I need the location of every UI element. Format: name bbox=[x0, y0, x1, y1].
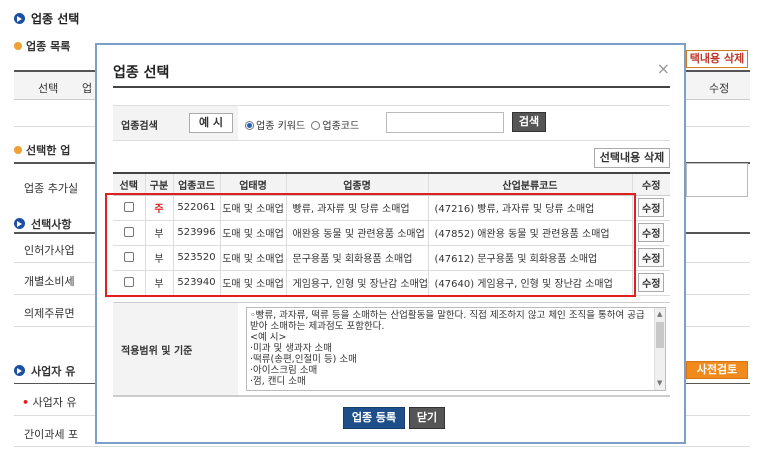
col-business: 업 bbox=[82, 82, 93, 95]
add-label: 업종 추가실 bbox=[24, 182, 79, 195]
close-button[interactable]: 닫기 bbox=[409, 407, 445, 429]
business-section-title: 사업자 유 bbox=[14, 363, 75, 379]
col-biz-type: 업태명 bbox=[219, 172, 286, 196]
row-edit-cell: 수정 bbox=[631, 270, 670, 296]
list-delete-button[interactable]: 택내용 삭제 bbox=[686, 50, 748, 68]
arrow-circle-icon bbox=[14, 218, 25, 229]
col-select: 선택 bbox=[38, 82, 59, 95]
search-button[interactable]: 검색 bbox=[512, 112, 546, 132]
row-edit-cell: 수정 bbox=[631, 220, 670, 246]
search-row: 업종검색 예 시 업종 키워드 업종코드 검색 bbox=[113, 105, 670, 141]
row-edit-cell: 수정 bbox=[631, 195, 670, 221]
col-industry-name: 업종명 bbox=[285, 172, 428, 196]
red-bullet-icon: • bbox=[22, 396, 30, 409]
radio-code-label: 업종코드 bbox=[322, 121, 360, 132]
col-edit: 수정 bbox=[709, 82, 730, 95]
option-excise: 개별소비세 bbox=[24, 275, 75, 288]
divider bbox=[113, 396, 670, 397]
option-liquor: 의제주류면 bbox=[24, 307, 75, 320]
scope-section: 적용범위 및 기준 ◦빵류, 과자류, 떡류 등을 소매하는 산업활동을 말한다… bbox=[113, 302, 670, 396]
search-label: 업종검색 bbox=[121, 121, 158, 132]
add-input[interactable] bbox=[686, 163, 748, 197]
search-input[interactable] bbox=[386, 112, 504, 133]
page-title-text: 업종 선택 bbox=[31, 12, 80, 26]
edit-button[interactable]: 수정 bbox=[638, 223, 665, 242]
close-icon[interactable]: × bbox=[657, 59, 670, 78]
scroll-down-icon[interactable]: ▼ bbox=[657, 378, 662, 389]
example-button[interactable]: 예 시 bbox=[189, 113, 233, 133]
bullet-icon bbox=[14, 146, 22, 154]
delete-selected-button[interactable]: 선택내용 삭제 bbox=[594, 148, 670, 168]
scroll-up-icon[interactable]: ▲ bbox=[657, 309, 662, 320]
modal-title-rule bbox=[113, 86, 670, 88]
search-type-radios: 업종 키워드 업종코드 bbox=[245, 117, 359, 132]
business-bullet-text: 사업자 유 bbox=[32, 396, 77, 409]
selected-section-text: 선택한 업 bbox=[26, 144, 71, 157]
highlight-box bbox=[105, 193, 636, 297]
list-section-title: 업종 목록 bbox=[14, 38, 70, 54]
scope-label: 적용범위 및 기준 bbox=[121, 346, 193, 357]
edit-button[interactable]: 수정 bbox=[638, 248, 665, 267]
scope-line: ·떡류(송편,인절미 등) 소매 bbox=[250, 354, 357, 365]
edit-button[interactable]: 수정 bbox=[638, 273, 665, 292]
bullet-icon bbox=[14, 42, 22, 50]
option-license: 인허가사업 bbox=[24, 244, 75, 257]
scrollbar[interactable]: ▲ ▼ bbox=[654, 308, 665, 390]
modal-title: 업종 선택 bbox=[113, 65, 170, 81]
scope-line: ·껌, 캔디 소매 bbox=[250, 376, 306, 387]
col-industry-class: 산업분류코드 bbox=[427, 172, 632, 196]
radio-code[interactable] bbox=[311, 121, 321, 130]
col-edit: 수정 bbox=[631, 172, 670, 196]
radio-keyword-label: 업종 키워드 bbox=[256, 121, 306, 132]
options-section-text: 선택사항 bbox=[31, 218, 72, 231]
divider bbox=[14, 446, 750, 447]
scope-line: ◦빵류, 과자류, 떡류 등을 소매하는 산업활동을 말한다. 직접 제조하지 … bbox=[250, 310, 645, 321]
scope-textarea[interactable]: ◦빵류, 과자류, 떡류 등을 소매하는 산업활동을 말한다. 직접 제조하지 … bbox=[246, 307, 666, 391]
list-section-text: 업종 목록 bbox=[26, 40, 71, 53]
scope-line: 받아 소매하는 제과점도 포함한다. bbox=[250, 321, 385, 332]
business-bullet-item: • 사업자 유 bbox=[22, 394, 77, 410]
selected-section-title: 선택한 업 bbox=[14, 142, 70, 158]
page-title: 업종 선택 bbox=[14, 10, 79, 27]
simple-tax-label: 간이과세 포 bbox=[24, 428, 79, 441]
arrow-circle-icon bbox=[14, 13, 25, 24]
col-code: 업종코드 bbox=[172, 172, 220, 196]
col-select: 선택 bbox=[113, 172, 145, 196]
register-button[interactable]: 업종 등록 bbox=[343, 407, 405, 429]
edit-button[interactable]: 수정 bbox=[638, 198, 665, 217]
radio-keyword[interactable] bbox=[245, 121, 254, 130]
scope-line: ·아이스크림 소매 bbox=[250, 365, 318, 376]
precheck-button[interactable]: 사전검토 bbox=[686, 361, 748, 379]
col-type: 구분 bbox=[144, 172, 173, 196]
scope-line: <예 시> bbox=[250, 332, 287, 343]
business-section-text: 사업자 유 bbox=[31, 365, 76, 378]
options-section-title: 선택사항 bbox=[14, 216, 71, 232]
scroll-thumb[interactable] bbox=[656, 322, 664, 348]
arrow-circle-icon bbox=[14, 365, 25, 376]
table-header-row: 선택 구분 업종코드 업태명 업종명 산업분류코드 수정 bbox=[113, 172, 670, 196]
scope-line: ·미과 및 생과자 소매 bbox=[250, 343, 332, 354]
row-edit-cell: 수정 bbox=[631, 245, 670, 271]
